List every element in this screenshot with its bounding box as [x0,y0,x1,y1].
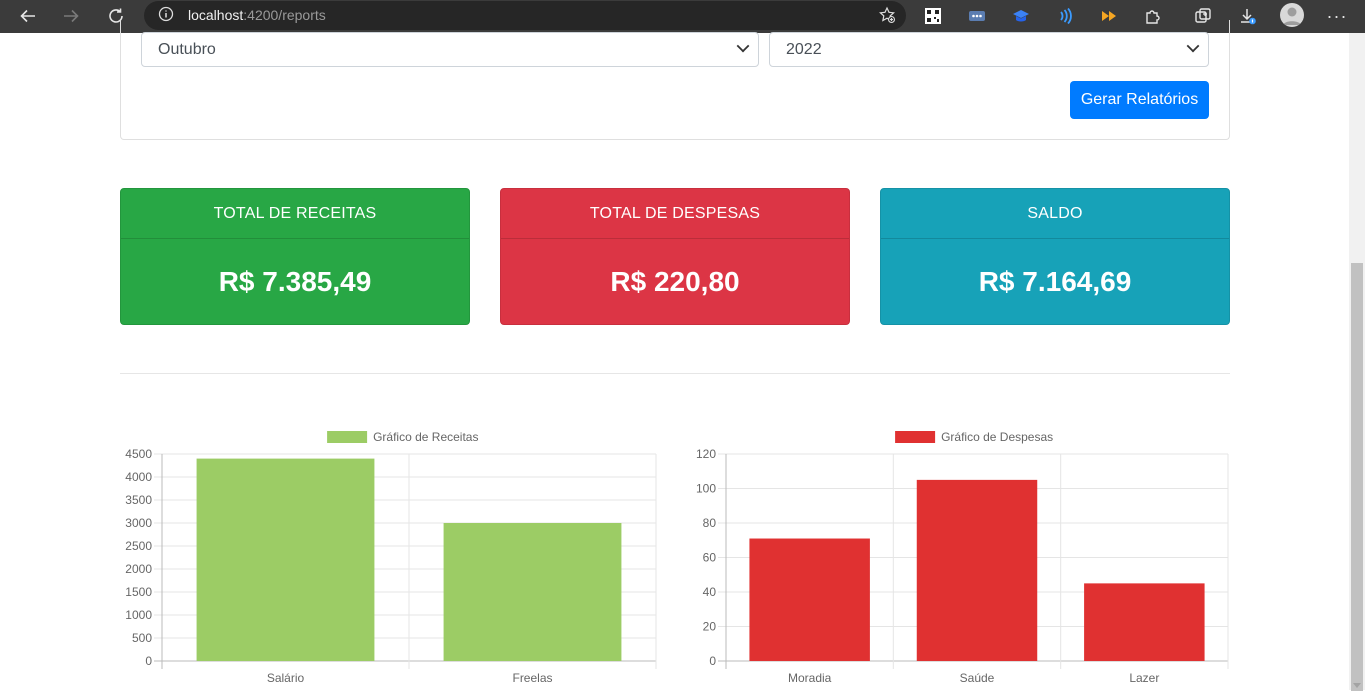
bar [443,523,622,661]
y-tick-label: 0 [709,654,716,668]
scroll-down-arrow-icon[interactable] [1353,683,1361,688]
back-button[interactable] [14,3,42,29]
filter-card: Outubro 2022 [120,20,1230,140]
income-chart-svg: Gráfico de Receitas 0 500 1000 1500 2000 2500 3… [125,430,657,685]
x-tick-label: Salário [267,671,305,685]
total-expenses-card: TOTAL DE DESPESAS R$ 220,80 [500,188,850,325]
arrow-left-icon [20,9,35,23]
generate-reports-button[interactable]: Gerar Relatórios [1070,81,1209,119]
y-tick-label: 1000 [125,608,152,622]
expenses-chart: Gráfico de Despesas 0 20 40 60 80 100 120 Moradi… [684,420,1236,695]
month-select-value: Outubro [158,41,216,58]
legend-swatch [895,431,936,443]
x-tick-label: Saúde [960,671,995,685]
y-tick-label: 2500 [125,539,152,553]
downloads-icon [1241,9,1256,25]
chevron-down-icon [736,39,750,53]
y-tick-label: 4000 [125,470,152,484]
y-tick-label: 4500 [125,447,152,461]
more-dots-icon: ··· [1326,5,1348,26]
y-tick-label: 20 [703,620,717,634]
year-select[interactable]: 2022 [769,32,1209,67]
downloads-button[interactable] [1237,5,1259,27]
card-title: TOTAL DE RECEITAS [121,189,469,239]
total-income-card: TOTAL DE RECEITAS R$ 7.385,49 [120,188,470,325]
y-tick-label: 3500 [125,493,152,507]
card-title: SALDO [881,189,1229,239]
x-tick-label: Lazer [1129,671,1159,685]
card-title: TOTAL DE DESPESAS [501,189,849,239]
income-chart: Gráfico de Receitas 0 500 1000 1500 2000 2500 3… [112,420,664,695]
y-tick-label: 2000 [125,562,152,576]
y-tick-label: 120 [696,447,716,461]
legend-label: Gráfico de Receitas [373,430,478,444]
page-scrollbar[interactable] [1349,33,1365,691]
balance-card: SALDO R$ 7.164,69 [880,188,1230,325]
section-divider [120,373,1230,374]
chart-legend: Gráfico de Receitas [327,430,478,444]
card-value: R$ 7.385,49 [218,266,372,297]
forward-button[interactable] [57,3,85,29]
chart-legend: Gráfico de Despesas [895,430,1053,444]
y-tick-label: 40 [703,585,717,599]
arrow-right-icon [64,9,79,23]
y-tick-label: 1500 [125,585,152,599]
bar [196,458,375,661]
scrollbar-thumb[interactable] [1351,263,1363,691]
y-tick-label: 3000 [125,516,152,530]
card-value: R$ 7.164,69 [978,266,1132,297]
bar [749,538,870,661]
settings-menu-button[interactable]: ··· [1326,5,1348,27]
expenses-chart-svg: Gráfico de Despesas 0 20 40 60 80 100 120 Moradi… [696,430,1229,685]
bar [916,479,1038,661]
bar [1084,583,1205,661]
y-tick-label: 100 [696,482,716,496]
profile-avatar[interactable] [1280,3,1304,27]
card-value: R$ 220,80 [610,266,740,297]
month-select[interactable]: Outubro [141,32,759,67]
y-tick-label: 500 [132,631,152,645]
user-icon [1283,7,1301,25]
year-select-value: 2022 [786,41,822,58]
x-tick-label: Freelas [512,671,552,685]
chevron-down-icon [1186,39,1200,53]
y-tick-label: 60 [703,551,717,565]
y-tick-label: 0 [145,654,152,668]
y-tick-label: 80 [703,516,717,530]
legend-swatch [327,431,368,443]
legend-label: Gráfico de Despesas [941,430,1053,444]
x-tick-label: Moradia [788,671,832,685]
